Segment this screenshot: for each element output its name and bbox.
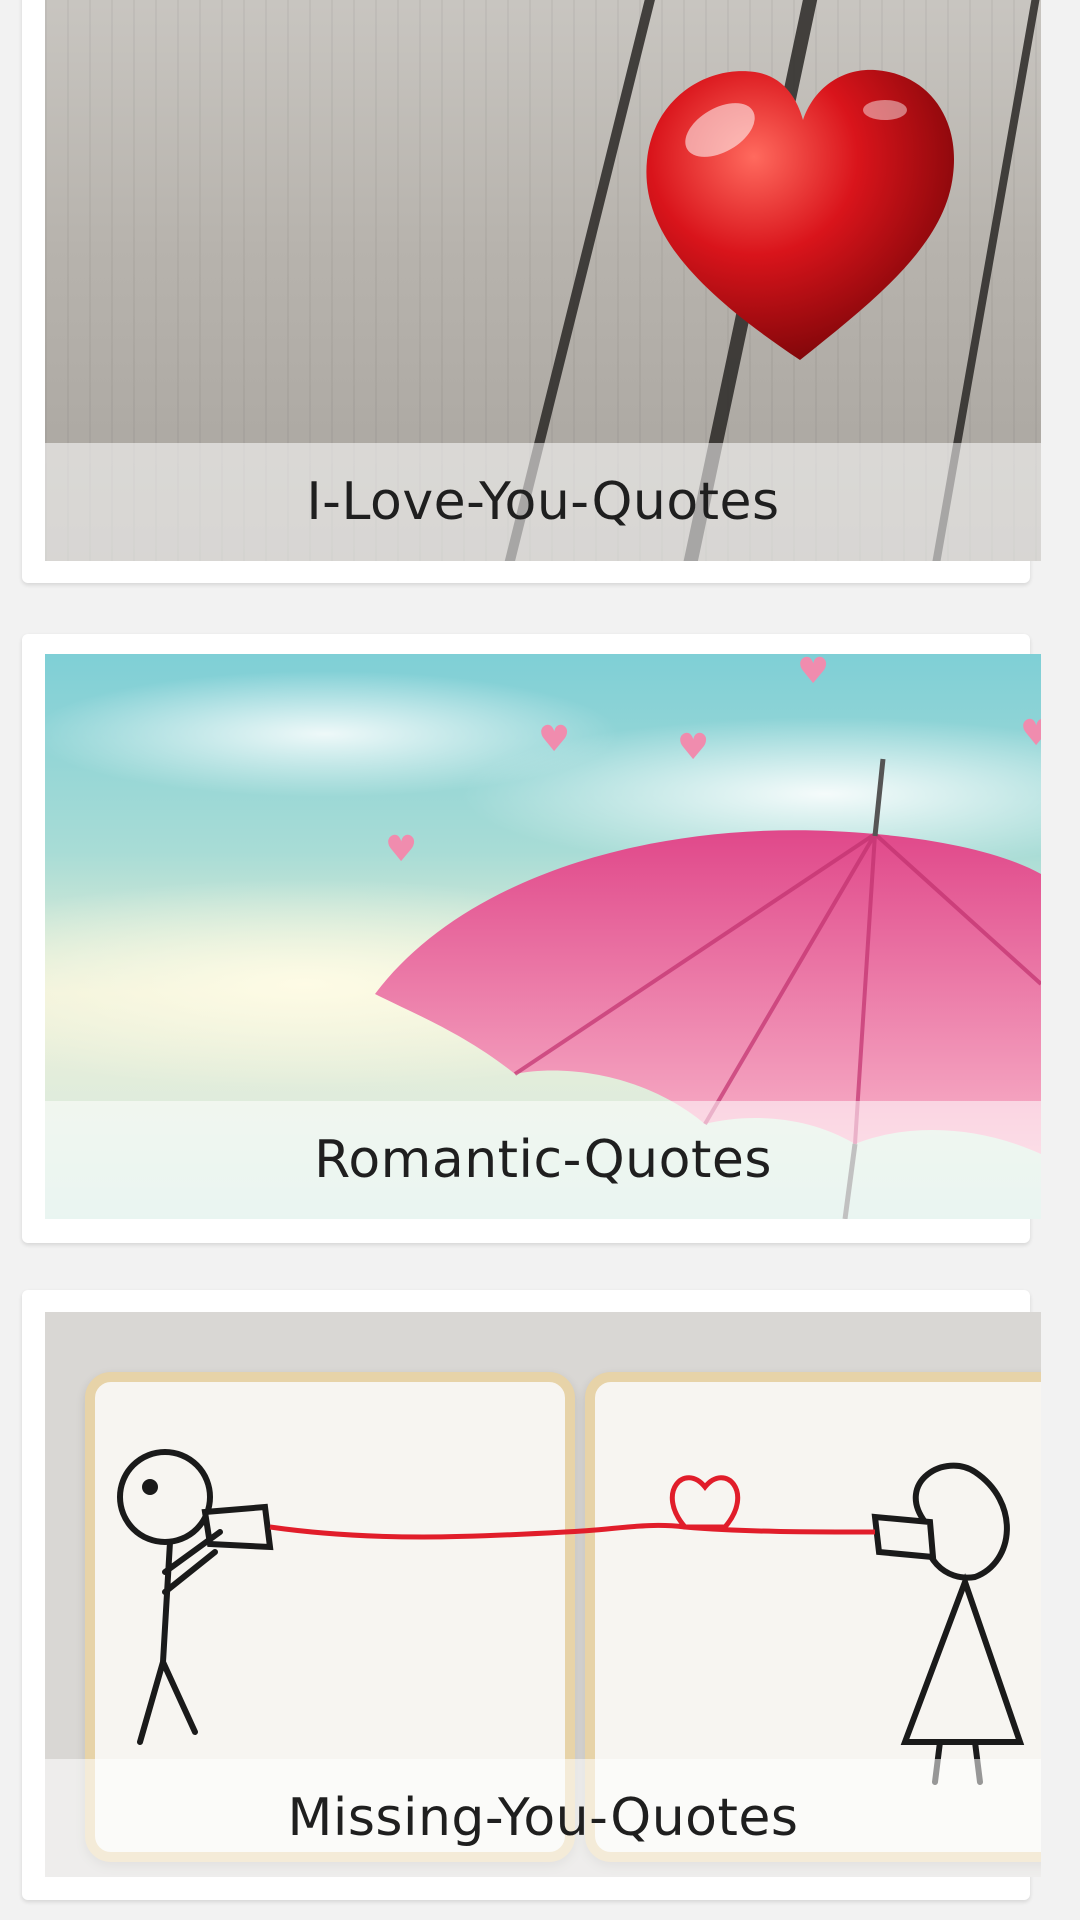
category-list: I-Love-You-Quotes ♥ ♥ ♥ ♥ ♥ Romantic-Quo… xyxy=(0,0,1080,1920)
caption-strip: Missing-You-Quotes xyxy=(45,1759,1041,1877)
category-title: Romantic-Quotes xyxy=(314,1130,772,1190)
caption-strip: I-Love-You-Quotes xyxy=(45,443,1041,561)
category-card-missing-you[interactable]: Missing-You-Quotes xyxy=(22,1290,1041,1900)
category-image-heart[interactable]: I-Love-You-Quotes xyxy=(45,0,1041,561)
category-title: Missing-You-Quotes xyxy=(287,1788,799,1848)
caption-strip: Romantic-Quotes xyxy=(45,1101,1041,1219)
category-card-i-love-you[interactable]: I-Love-You-Quotes xyxy=(22,0,1041,583)
category-title: I-Love-You-Quotes xyxy=(306,472,780,532)
category-image-cookies[interactable]: Missing-You-Quotes xyxy=(45,1312,1041,1877)
category-image-umbrella[interactable]: ♥ ♥ ♥ ♥ ♥ Romantic-Quotes xyxy=(45,654,1041,1219)
category-card-romantic[interactable]: ♥ ♥ ♥ ♥ ♥ Romantic-Quotes xyxy=(22,634,1041,1243)
red-heart-icon xyxy=(635,60,965,370)
